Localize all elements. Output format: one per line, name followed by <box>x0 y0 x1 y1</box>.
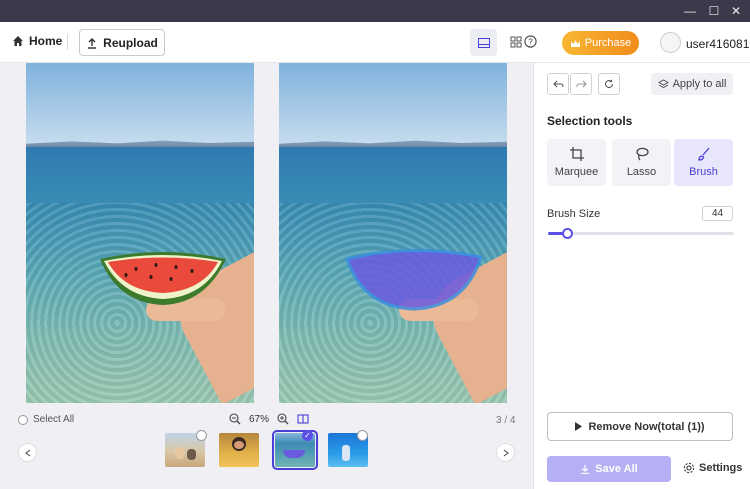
settings-button[interactable]: Settings <box>683 462 742 474</box>
app-header: Home Reupload ? Purchase user416081 <box>0 22 750 63</box>
page-counter: 3 / 4 <box>496 415 516 426</box>
close-button[interactable]: ✕ <box>728 3 744 19</box>
apply-to-all-label: Apply to all <box>672 78 727 90</box>
watermelon-slice <box>100 252 226 305</box>
zoom-out-icon[interactable] <box>229 413 241 425</box>
tool-marquee[interactable]: Marquee <box>547 139 606 186</box>
chevron-right-icon <box>503 449 509 456</box>
minimize-button[interactable]: — <box>682 3 698 19</box>
home-label: Home <box>29 34 63 48</box>
refresh-icon <box>605 79 614 89</box>
title-bar: — ☐ ✕ <box>0 0 750 22</box>
maximize-button[interactable]: ☐ <box>706 3 722 19</box>
select-all-label: Select All <box>33 414 75 425</box>
reset-button[interactable] <box>598 73 620 95</box>
zoom-controls: 67% <box>229 413 309 425</box>
avatar[interactable] <box>660 32 681 53</box>
compare-layout-button[interactable] <box>470 29 497 56</box>
tool-marquee-label: Marquee <box>554 166 599 178</box>
original-image <box>26 63 254 403</box>
help-icon[interactable]: ? <box>524 35 537 48</box>
undo-icon <box>552 80 564 87</box>
reupload-button[interactable]: Reupload <box>79 29 165 56</box>
edited-image[interactable] <box>279 63 507 403</box>
brush-size-input[interactable]: 44 <box>702 206 733 221</box>
settings-label: Settings <box>699 462 743 474</box>
svg-text:?: ? <box>528 38 533 47</box>
redo-icon <box>575 80 587 87</box>
save-all-label: Save All <box>595 463 638 475</box>
select-all-checkbox[interactable]: Select All <box>18 414 74 425</box>
purchase-button[interactable]: Purchase <box>562 31 639 55</box>
purchase-label: Purchase <box>584 37 632 49</box>
split-view-icon[interactable] <box>297 413 309 425</box>
lasso-icon <box>635 147 649 161</box>
tool-lasso[interactable]: Lasso <box>612 139 671 186</box>
chevron-left-icon <box>24 449 30 456</box>
remove-now-label: Remove Now(total (1)) <box>588 420 705 433</box>
redo-button[interactable] <box>570 73 592 95</box>
gear-icon <box>683 462 695 474</box>
next-image-button[interactable] <box>496 443 515 462</box>
reupload-label: Reupload <box>103 35 158 50</box>
zoom-in-icon[interactable] <box>277 413 289 425</box>
layers-icon <box>657 78 669 88</box>
remove-now-button[interactable]: Remove Now(total (1)) <box>547 412 733 441</box>
layout-icon <box>477 37 490 48</box>
grid-help-group: ? <box>510 35 537 48</box>
save-all-button[interactable]: Save All <box>547 456 671 482</box>
play-icon <box>575 422 583 431</box>
thumb-select-4[interactable] <box>357 430 368 441</box>
selection-tools-title: Selection tools <box>547 114 633 128</box>
header-divider <box>67 34 68 50</box>
thumb-select-3-checked[interactable]: ✓ <box>302 430 313 441</box>
tool-brush-label: Brush <box>689 166 718 178</box>
download-icon <box>581 465 590 474</box>
home-button[interactable]: Home <box>12 34 62 48</box>
brush-icon <box>697 147 709 161</box>
preview-canvas: Select All 67% 3 / 4 ✓ <box>0 63 533 489</box>
crop-icon <box>569 147 584 161</box>
thumb-person-desert[interactable] <box>219 433 259 467</box>
tool-lasso-label: Lasso <box>626 166 657 178</box>
grid-icon[interactable] <box>510 36 522 48</box>
undo-button[interactable] <box>547 73 569 95</box>
upload-icon <box>88 37 97 49</box>
zoom-level: 67% <box>249 413 270 425</box>
brush-size-slider[interactable] <box>548 228 734 239</box>
brush-size-label: Brush Size <box>547 208 601 220</box>
prev-image-button[interactable] <box>18 443 37 462</box>
brush-size-slider-thumb[interactable] <box>561 228 573 239</box>
crown-icon <box>570 39 580 47</box>
apply-to-all-button[interactable]: Apply to all <box>651 73 733 95</box>
tool-brush[interactable]: Brush <box>674 139 733 186</box>
tool-panel: Apply to all Selection tools Marquee Las… <box>533 63 750 489</box>
select-all-radio[interactable] <box>18 414 28 425</box>
thumb-select-1[interactable] <box>196 430 207 441</box>
username[interactable]: user416081 <box>686 37 749 51</box>
home-icon <box>13 36 23 46</box>
brush-selection-mask <box>345 249 483 311</box>
